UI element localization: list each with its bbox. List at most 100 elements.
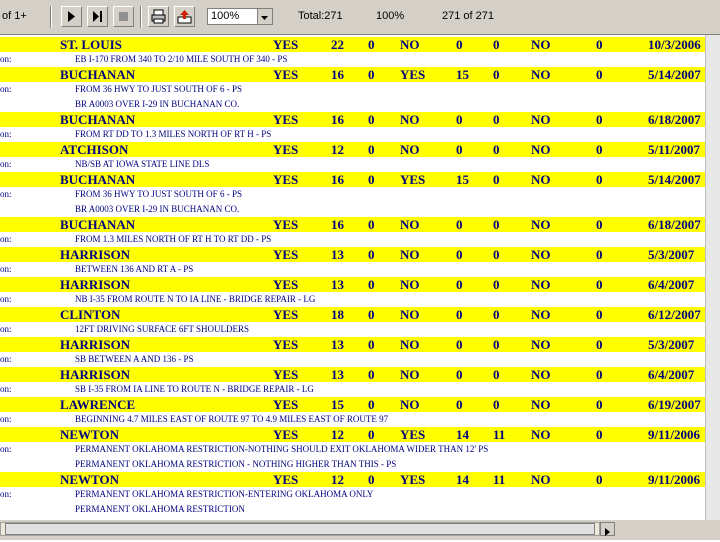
permit-required-cell: YES	[273, 37, 299, 52]
county-cell: BUCHANAN	[60, 217, 136, 232]
detail-label: on:	[0, 384, 12, 394]
date-cell: 5/3/2007	[648, 337, 695, 352]
county-cell: NEWTON	[60, 472, 119, 487]
date-cell: 6/19/2007	[648, 397, 701, 412]
value-c-cell: NO	[400, 337, 420, 352]
vertical-scrollbar[interactable]	[705, 35, 720, 520]
last-page-icon	[93, 11, 102, 22]
value-b-cell: 0	[368, 112, 375, 127]
value-c-cell: NO	[400, 37, 420, 52]
value-c-cell: YES	[400, 427, 426, 442]
width-cell: 13	[331, 277, 344, 292]
value-d-cell: 15	[456, 67, 469, 82]
value-c-cell: NO	[400, 277, 420, 292]
export-button[interactable]	[174, 6, 195, 27]
value-e-cell: 0	[493, 337, 500, 352]
permit-required-cell: YES	[273, 172, 299, 187]
permit-required-cell: YES	[273, 307, 299, 322]
permit-required-cell: YES	[273, 472, 299, 487]
width-cell: 12	[331, 142, 344, 157]
value-c-cell: NO	[400, 367, 420, 382]
value-d-cell: 0	[456, 37, 463, 52]
record-header-row: ST. LOUIS YES 22 0 NO 0 0 NO 0 10/3/2006	[0, 37, 705, 52]
date-cell: 6/18/2007	[648, 112, 701, 127]
date-cell: 5/14/2007	[648, 67, 701, 82]
zoom-dropdown-button[interactable]	[257, 9, 272, 24]
value-b-cell: 0	[368, 217, 375, 232]
date-cell: 10/3/2006	[648, 37, 701, 52]
permit-required-cell: YES	[273, 247, 299, 262]
next-page-icon	[68, 11, 75, 22]
permit-required-cell: YES	[273, 142, 299, 157]
permit-required-cell: YES	[273, 277, 299, 292]
value-e-cell: 11	[493, 427, 506, 442]
record-detail-row: BR A0003 OVER I-29 IN BUCHANAN CO.	[0, 202, 705, 217]
value-f-cell: NO	[531, 217, 551, 232]
value-d-cell: 0	[456, 277, 463, 292]
location-description: BEGINNING 4.7 MILES EAST OF ROUTE 97 TO …	[75, 414, 389, 424]
value-g-cell: 0	[596, 277, 603, 292]
report-rows: ST. LOUIS YES 22 0 NO 0 0 NO 0 10/3/2006 on: EB I-1…	[0, 37, 705, 517]
scroll-right-button[interactable]	[600, 522, 615, 536]
location-description: FROM 1.3 MILES NORTH OF RT H TO RT DD - …	[75, 234, 272, 244]
stop-button[interactable]	[113, 6, 134, 27]
horizontal-scrollbar[interactable]	[0, 520, 720, 540]
record-detail-row: on: FROM 1.3 MILES NORTH OF RT H TO RT DD…	[0, 232, 705, 247]
value-g-cell: 0	[596, 427, 603, 442]
record-detail-row: on: FROM 36 HWY TO JUST SOUTH OF 6 - PS	[0, 187, 705, 202]
permit-required-cell: YES	[273, 337, 299, 352]
value-b-cell: 0	[368, 37, 375, 52]
width-cell: 16	[331, 112, 344, 127]
zoom-select[interactable]: 100%	[207, 8, 273, 25]
width-cell: 13	[331, 337, 344, 352]
record-detail-row: on: SB I-35 FROM IA LINE TO ROUTE N - BRI…	[0, 382, 705, 397]
width-cell: 13	[331, 367, 344, 382]
zoom-value: 100%	[211, 10, 240, 22]
record-header-row: HARRISON YES 13 0 NO 0 0 NO 0 5/3/2007	[0, 337, 705, 352]
value-g-cell: 0	[596, 67, 603, 82]
last-page-button[interactable]	[87, 6, 108, 27]
scroll-thumb[interactable]	[5, 523, 595, 535]
date-cell: 6/18/2007	[648, 217, 701, 232]
record-header-row: NEWTON YES 12 0 YES 14 11 NO 0 9/11/2006	[0, 472, 705, 487]
value-d-cell: 0	[456, 307, 463, 322]
detail-label: on:	[0, 159, 12, 169]
value-c-cell: YES	[400, 172, 426, 187]
record-header-row: HARRISON YES 13 0 NO 0 0 NO 0 6/4/2007	[0, 367, 705, 382]
date-cell: 5/11/2007	[648, 142, 701, 157]
value-c-cell: YES	[400, 67, 426, 82]
record-detail-row: on: PERMANENT OKLAHOMA RESTRICTION-ENTERI…	[0, 487, 705, 502]
value-g-cell: 0	[596, 367, 603, 382]
value-e-cell: 0	[493, 367, 500, 382]
record-header-row: BUCHANAN YES 16 0 NO 0 0 NO 0 6/18/2007	[0, 217, 705, 232]
value-g-cell: 0	[596, 337, 603, 352]
value-e-cell: 0	[493, 142, 500, 157]
width-cell: 22	[331, 37, 344, 52]
value-d-cell: 0	[456, 337, 463, 352]
value-d-cell: 0	[456, 112, 463, 127]
width-cell: 18	[331, 307, 344, 322]
value-f-cell: NO	[531, 427, 551, 442]
value-b-cell: 0	[368, 427, 375, 442]
value-g-cell: 0	[596, 397, 603, 412]
value-d-cell: 0	[456, 247, 463, 262]
value-d-cell: 14	[456, 472, 469, 487]
detail-label: on:	[0, 129, 12, 139]
date-cell: 5/3/2007	[648, 247, 695, 262]
value-e-cell: 0	[493, 172, 500, 187]
record-detail-row: on: FROM RT DD TO 1.3 MILES NORTH OF RT H…	[0, 127, 705, 142]
value-f-cell: NO	[531, 307, 551, 322]
value-f-cell: NO	[531, 67, 551, 82]
next-page-button[interactable]	[61, 6, 82, 27]
record-header-row: HARRISON YES 13 0 NO 0 0 NO 0 5/3/2007	[0, 247, 705, 262]
detail-label: on:	[0, 489, 12, 499]
width-cell: 12	[331, 427, 344, 442]
location-description: FROM 36 HWY TO JUST SOUTH OF 6 - PS	[75, 189, 242, 199]
value-c-cell: NO	[400, 142, 420, 157]
value-d-cell: 0	[456, 367, 463, 382]
record-detail-row: on: FROM 36 HWY TO JUST SOUTH OF 6 - PS	[0, 82, 705, 97]
value-f-cell: NO	[531, 472, 551, 487]
location-description: PERMANENT OKLAHOMA RESTRICTION-ENTERING …	[75, 489, 374, 499]
print-button[interactable]	[148, 6, 169, 27]
value-g-cell: 0	[596, 217, 603, 232]
